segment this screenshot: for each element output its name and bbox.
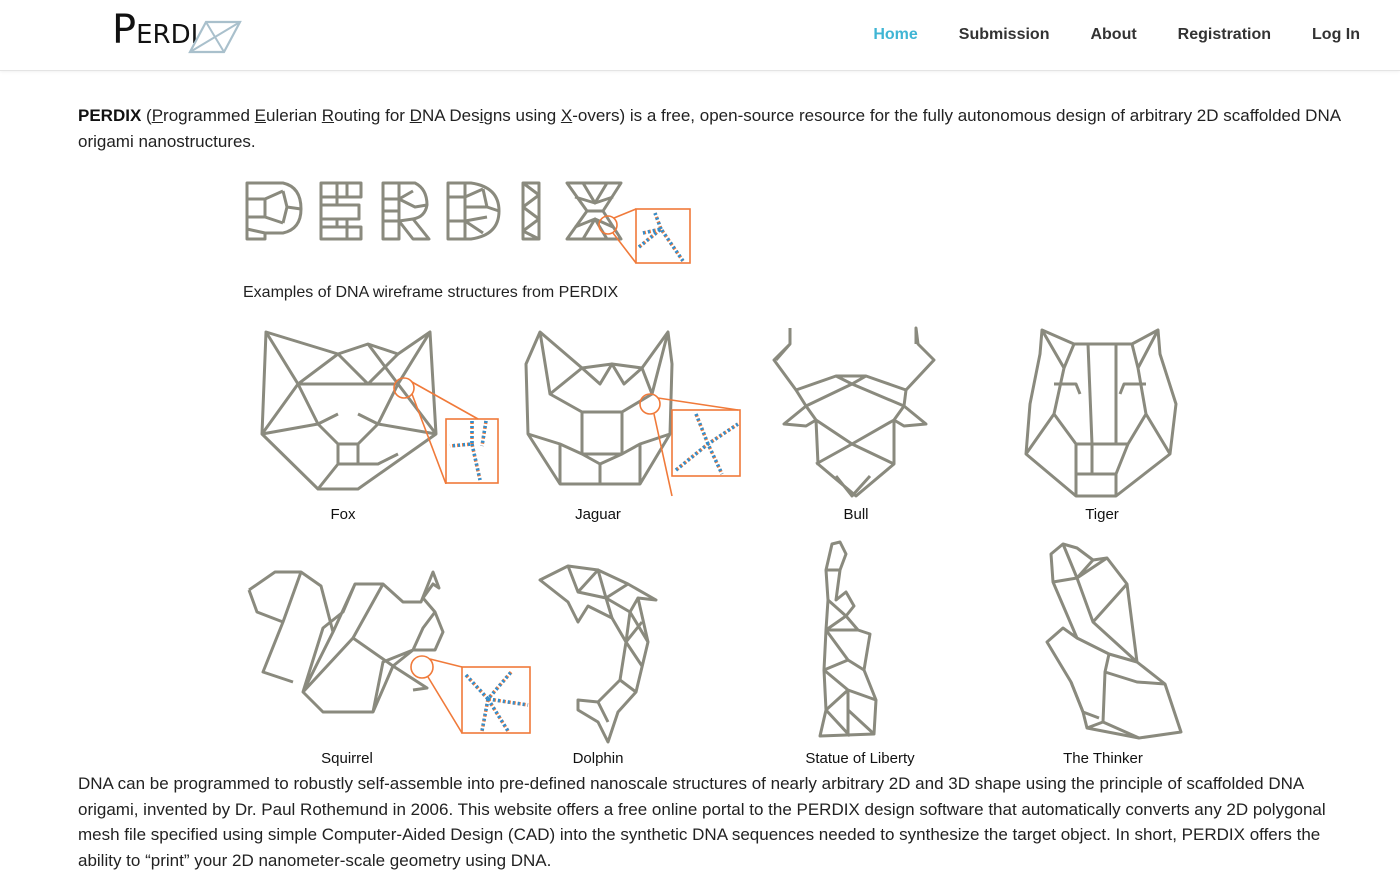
logo-letter-p: P [112,7,137,53]
tiger-wireframe [1024,328,1178,498]
example-label: Bull [843,506,869,523]
example-jaguar: Jaguar [520,324,760,524]
acronym-letter: E [254,106,267,125]
nav-login[interactable]: Log In [1312,24,1360,46]
intro-text: NA Des [421,106,480,125]
intro-paragraph: PERDIX (Programmed Eulerian Routing for … [78,103,1358,155]
site-header: PERDI Home Submission About Registration… [0,0,1400,71]
examples-figure: Examples of DNA wireframe structures fro… [238,172,1198,772]
intro-text: rogrammed [163,106,255,125]
example-bull: Bull [766,324,946,524]
statue-of-liberty-wireframe [818,540,878,738]
example-label: Fox [330,506,356,523]
example-fox: Fox [258,324,499,524]
nav-about[interactable]: About [1090,24,1136,46]
nav-home[interactable]: Home [873,24,917,46]
perdix-wireframe-title [245,181,691,264]
wireframe-x-logo-icon [188,20,242,54]
acronym-letter: R [321,106,335,125]
acronym-letter: P [151,106,164,125]
squirrel-zoom-inset [410,655,531,734]
acronym-letter: X [560,106,573,125]
example-label: Dolphin [572,750,624,767]
example-label: Tiger [1085,506,1119,523]
intro-text: ulerian [266,106,322,125]
wire-letter-e [319,181,363,241]
main-nav: Home Submission About Registration Log I… [832,24,1360,46]
intro-text: outing for [334,106,410,125]
wire-letter-p [245,181,303,241]
nav-registration[interactable]: Registration [1178,24,1271,46]
intro-brand: PERDIX [78,106,142,125]
zoom-inset [635,208,691,264]
example-label: The Thinker [1063,750,1143,767]
example-squirrel: Squirrel [243,542,543,772]
intro-text: gns using [483,106,561,125]
example-dolphin: Dolphin [538,562,668,772]
wire-letter-d [446,181,501,241]
acronym-letter: D [409,106,422,125]
fox-zoom-inset [393,377,499,484]
wire-letter-x [565,181,623,241]
wire-letter-r [381,181,431,241]
dolphin-wireframe [538,564,658,744]
nav-submission[interactable]: Submission [959,24,1050,46]
site-logo[interactable]: PERDI [112,10,242,58]
example-the-thinker: The Thinker [1043,542,1193,770]
example-statue-of-liberty: Statue of Liberty [805,540,915,770]
example-label: Statue of Liberty [805,750,915,767]
wire-letter-i [521,181,541,241]
example-label: Squirrel [321,750,373,767]
example-tiger: Tiger [1020,324,1200,524]
jaguar-zoom-inset [639,393,741,497]
description-paragraph: DNA can be programmed to robustly self-a… [78,774,1326,870]
example-label: Jaguar [575,506,621,523]
bull-wireframe [772,326,936,498]
the-thinker-wireframe [1045,542,1183,740]
intro-text: ( [141,106,152,125]
figure-caption: Examples of DNA wireframe structures fro… [243,284,619,301]
